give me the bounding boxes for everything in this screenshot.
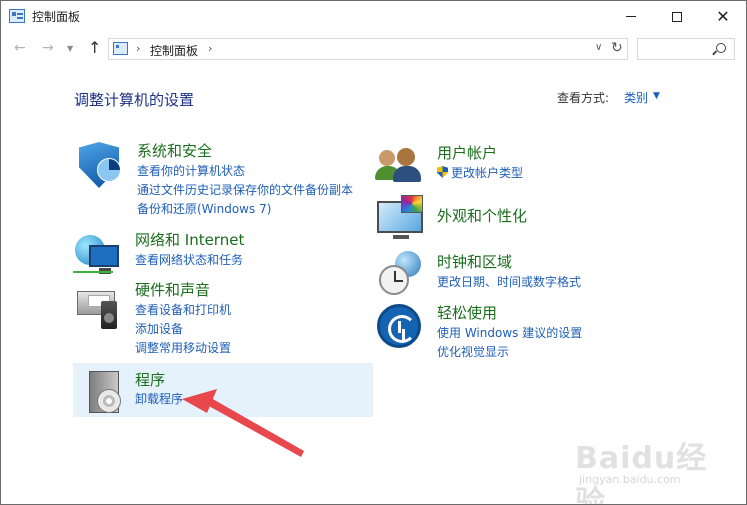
appearance-monitor-icon[interactable] bbox=[375, 195, 429, 249]
watermark-brand: Baidu经验 bbox=[575, 441, 708, 505]
category-network: 网络和 Internet 查看网络状态和任务 bbox=[73, 229, 373, 279]
control-panel-icon bbox=[9, 9, 25, 23]
page-title: 调整计算机的设置 bbox=[74, 91, 195, 109]
link-change-account-type-text: 更改帐户类型 bbox=[451, 166, 524, 180]
minimize-icon bbox=[626, 16, 636, 17]
users-figure bbox=[375, 144, 427, 184]
monitor-stand bbox=[393, 235, 409, 239]
category-hardware: 硬件和声音 查看设备和打印机 添加设备 调整常用移动设置 bbox=[73, 279, 373, 355]
network-cable bbox=[73, 271, 113, 273]
link-optimize-visual-display[interactable]: 优化视觉显示 bbox=[437, 343, 582, 362]
link-devices-printers[interactable]: 查看设备和打印机 bbox=[135, 301, 231, 320]
category-title-network[interactable]: 网络和 Internet bbox=[135, 229, 244, 250]
disc-icon bbox=[97, 389, 121, 413]
breadcrumb-chevron-icon[interactable]: › bbox=[136, 42, 140, 55]
view-by-label: 查看方式: bbox=[557, 91, 610, 105]
maximize-button[interactable] bbox=[654, 1, 700, 32]
refresh-icon[interactable]: ↻ bbox=[611, 40, 623, 56]
recent-locations-chevron-icon[interactable]: ▼ bbox=[67, 44, 73, 53]
speaker-icon bbox=[101, 301, 117, 329]
category-links: 查看设备和打印机 添加设备 调整常用移动设置 bbox=[135, 301, 231, 358]
category-system-security: 系统和安全 查看你的计算机状态 通过文件历史记录保存你的文件备份副本 备份和还原… bbox=[75, 140, 375, 216]
ease-of-access-icon[interactable] bbox=[375, 302, 429, 356]
pie-chart-icon bbox=[97, 158, 121, 182]
category-links: 卸载程序 bbox=[135, 390, 183, 409]
link-backup-restore[interactable]: 备份和还原(Windows 7) bbox=[137, 200, 353, 219]
category-ease-of-access: 轻松使用 使用 Windows 建议的设置 优化视觉显示 bbox=[375, 302, 675, 362]
users-icon[interactable] bbox=[375, 142, 429, 196]
maximize-icon bbox=[672, 11, 682, 22]
uac-shield-icon bbox=[437, 166, 448, 178]
address-bar[interactable]: › 控制面板 › ∨ ↻ bbox=[108, 38, 628, 60]
up-arrow-icon[interactable]: ↑ bbox=[88, 38, 101, 57]
view-by-dropdown[interactable]: 类别 bbox=[624, 89, 648, 106]
printer-speaker-icon[interactable] bbox=[73, 279, 127, 333]
forward-arrow-icon[interactable]: → bbox=[42, 40, 54, 56]
address-dropdown-chevron-icon[interactable]: ∨ bbox=[595, 42, 602, 53]
window-title: 控制面板 bbox=[32, 10, 81, 24]
category-title-programs[interactable]: 程序 bbox=[135, 369, 165, 390]
category-clock-region: 时钟和区域 更改日期、时间或数字格式 bbox=[375, 251, 675, 301]
category-programs[interactable]: 程序 卸载程序 bbox=[73, 363, 373, 417]
clock-icon bbox=[379, 265, 409, 295]
breadcrumb-control-panel[interactable]: 控制面板 bbox=[150, 42, 198, 59]
link-view-computer-status[interactable]: 查看你的计算机状态 bbox=[137, 162, 353, 181]
close-icon: ✕ bbox=[716, 6, 730, 26]
search-input[interactable] bbox=[637, 38, 735, 60]
navigation-bar: ← → ▼ ↑ › 控制面板 › ∨ ↻ bbox=[1, 32, 746, 64]
minimize-button[interactable] bbox=[608, 1, 654, 32]
user-head bbox=[397, 148, 415, 166]
link-uninstall-program[interactable]: 卸载程序 bbox=[135, 390, 183, 409]
category-user-accounts: 用户帐户 更改帐户类型 bbox=[375, 142, 675, 192]
programs-disc-icon[interactable] bbox=[79, 367, 133, 421]
category-title-clock-region[interactable]: 时钟和区域 bbox=[437, 251, 512, 272]
color-palette-icon bbox=[401, 195, 423, 213]
category-appearance: 外观和个性化 bbox=[375, 195, 675, 243]
category-title-ease-of-access[interactable]: 轻松使用 bbox=[437, 302, 497, 323]
clock-globe-icon[interactable] bbox=[375, 251, 429, 305]
control-panel-window: 控制面板 ✕ ← → ▼ ↑ › 控制面板 › ∨ ↻ 调整计算机的设置 查看方… bbox=[0, 0, 747, 505]
title-bar: 控制面板 ✕ bbox=[1, 1, 746, 32]
link-add-device[interactable]: 添加设备 bbox=[135, 320, 231, 339]
shield-icon[interactable] bbox=[75, 140, 129, 194]
breadcrumb-chevron-icon[interactable]: › bbox=[208, 42, 212, 55]
category-links: 更改帐户类型 bbox=[437, 164, 523, 183]
user-body bbox=[393, 166, 421, 182]
category-links: 使用 Windows 建议的设置 优化视觉显示 bbox=[437, 324, 582, 362]
view-by-chevron-icon[interactable]: ▼ bbox=[653, 91, 660, 101]
link-mobility-settings[interactable]: 调整常用移动设置 bbox=[135, 339, 231, 358]
category-title-user-accounts[interactable]: 用户帐户 bbox=[437, 142, 497, 163]
link-windows-suggested-settings[interactable]: 使用 Windows 建议的设置 bbox=[437, 324, 582, 343]
ease-of-access-symbol bbox=[377, 304, 421, 348]
monitor-icon bbox=[89, 245, 119, 267]
category-links: 查看网络状态和任务 bbox=[135, 251, 243, 270]
category-title-hardware[interactable]: 硬件和声音 bbox=[135, 279, 210, 300]
category-title-appearance[interactable]: 外观和个性化 bbox=[437, 205, 527, 226]
back-arrow-icon[interactable]: ← bbox=[14, 40, 26, 56]
user-head bbox=[379, 150, 395, 166]
watermark: Baidu经验 jingyan.baidu.com bbox=[569, 433, 709, 504]
network-globe-icon[interactable] bbox=[73, 229, 127, 283]
link-change-account-type[interactable]: 更改帐户类型 bbox=[437, 164, 523, 183]
search-icon[interactable] bbox=[716, 43, 726, 53]
watermark-url: jingyan.baidu.com bbox=[579, 473, 681, 486]
category-links: 查看你的计算机状态 通过文件历史记录保存你的文件备份副本 备份和还原(Windo… bbox=[137, 162, 353, 219]
category-links: 更改日期、时间或数字格式 bbox=[437, 273, 581, 292]
link-change-date-time-format[interactable]: 更改日期、时间或数字格式 bbox=[437, 273, 581, 292]
link-network-status[interactable]: 查看网络状态和任务 bbox=[135, 251, 243, 270]
address-control-panel-icon bbox=[113, 42, 128, 55]
close-button[interactable]: ✕ bbox=[700, 1, 746, 32]
category-title-system-security[interactable]: 系统和安全 bbox=[137, 140, 212, 161]
link-file-history-backup[interactable]: 通过文件历史记录保存你的文件备份副本 bbox=[137, 181, 353, 200]
